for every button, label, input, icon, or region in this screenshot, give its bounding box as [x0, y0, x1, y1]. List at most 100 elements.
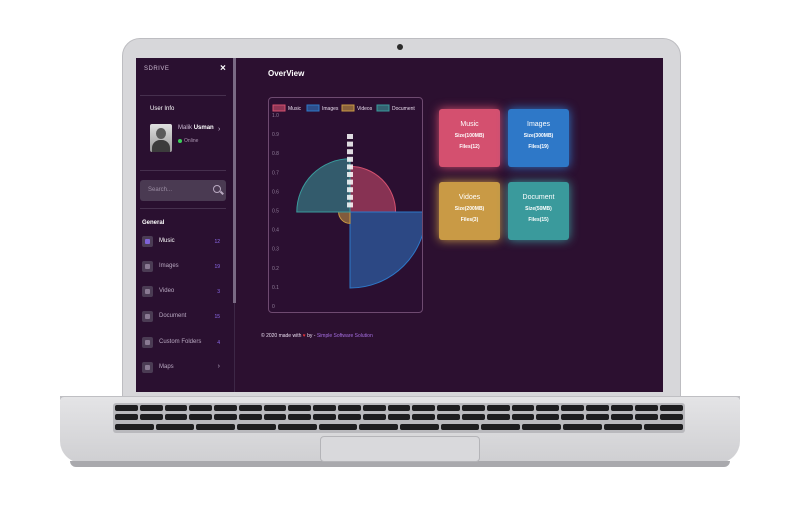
keyboard-key: [412, 405, 436, 411]
tick-label: 0.2: [272, 266, 279, 272]
tick-label: 0.6: [272, 189, 279, 195]
sidebar-item-count: 12: [214, 239, 220, 245]
legend-label: Images: [322, 106, 339, 112]
tick-label: 0.1: [272, 285, 279, 291]
legend-swatch: [272, 104, 286, 112]
keyboard-key: [288, 414, 312, 421]
keyboard-key: [313, 414, 337, 421]
brand-title: SDRIVE: [144, 66, 170, 72]
keyboard-key: [610, 414, 634, 421]
chart-sector: [349, 165, 397, 213]
card-size: Size(300MB): [523, 133, 554, 139]
keyboard-key: [362, 405, 386, 411]
chart-sector: [349, 211, 422, 289]
keyboard-key: [660, 405, 683, 411]
card-size: Size(50MB): [525, 206, 552, 212]
keyboard-key: [511, 405, 535, 411]
tick-label: 0.7: [272, 170, 279, 176]
tick-label: 0.5: [272, 209, 279, 215]
app-screen: SDRIVE × User Info Malik Usman Online › …: [136, 58, 663, 392]
video-icon: [142, 286, 153, 297]
keyboard-key: [115, 423, 154, 430]
user-name[interactable]: Malik Usman: [178, 125, 214, 131]
keyboard-key: [263, 405, 287, 411]
keyboard-key: [189, 405, 213, 411]
radial-tick-box: [347, 172, 353, 177]
sidebar-item-label: Custom Folders: [159, 339, 202, 345]
card-files: Files(12): [459, 144, 480, 150]
sidebar-item-count: 4: [217, 340, 220, 346]
search-input[interactable]: Search...: [148, 187, 172, 193]
keyboard-key: [155, 423, 195, 430]
keyboard-key: [437, 405, 460, 411]
divider: [140, 95, 226, 96]
sidebar-item-document[interactable]: Document 15: [140, 309, 226, 325]
tick-label: 0.9: [272, 132, 279, 138]
sidebar-item-count: 3: [217, 289, 220, 295]
user-last-name: Usman: [193, 125, 214, 131]
legend-swatch: [376, 104, 390, 112]
sidebar-item-label: Images: [159, 263, 179, 269]
sidebar-item-images[interactable]: Images 19: [140, 259, 226, 275]
keyboard-key: [440, 423, 480, 430]
keyboard-key: [237, 423, 276, 430]
card-size: Size(200MB): [454, 206, 485, 212]
sidebar-item-label: Video: [159, 288, 175, 294]
user-info-title: User Info: [150, 106, 175, 112]
legend-label: Videos: [357, 106, 373, 112]
radial-tick-box: [347, 164, 353, 170]
radial-tick-box: [347, 194, 353, 200]
divider: [140, 170, 226, 171]
sidebar-scrollbar[interactable]: [233, 58, 236, 303]
tick-label: 0.4: [272, 228, 279, 234]
card-images[interactable]: Images Size(300MB) Files(19): [508, 109, 569, 167]
search-box[interactable]: Search...: [140, 180, 226, 201]
image-icon: [142, 261, 153, 272]
footer: © 2020 made with ♥ by - Simple Software …: [261, 333, 373, 339]
webcam-icon: [397, 44, 403, 50]
user-first-name: Malik: [178, 125, 193, 131]
card-music[interactable]: Music Size(100MB) Files(12): [439, 109, 500, 167]
radial-tick-box: [347, 187, 353, 193]
avatar[interactable]: [150, 124, 172, 152]
sidebar-item-video[interactable]: Video 3: [140, 284, 226, 300]
keyboard-key: [196, 423, 236, 430]
keyboard-key: [139, 405, 163, 411]
card-videos[interactable]: Vidoes Size(200MB) Files(3): [439, 182, 500, 240]
chevron-right-icon[interactable]: ›: [218, 363, 220, 370]
sidebar-item-maps[interactable]: Maps ›: [140, 360, 226, 376]
radial-tick-box: [347, 141, 353, 147]
card-files: Files(19): [528, 144, 549, 150]
keyboard-key: [660, 414, 683, 421]
card-title: Vidoes: [458, 194, 481, 201]
sidebar-item-label: Music: [159, 238, 175, 244]
keyboard-key: [486, 414, 510, 421]
sidebar-item-music[interactable]: Music 12: [140, 234, 226, 250]
footer-by: by -: [307, 333, 316, 339]
search-icon[interactable]: [213, 185, 221, 193]
keyboard-key: [238, 405, 262, 411]
keyboard-key: [139, 414, 163, 421]
keyboard-key: [362, 414, 386, 421]
radial-tick-box: [347, 134, 353, 139]
card-files: Files(3): [460, 217, 479, 223]
card-document[interactable]: Document Size(50MB) Files(15): [508, 182, 569, 240]
card-title: Document: [522, 194, 555, 201]
map-icon: [142, 362, 153, 373]
chevron-right-icon[interactable]: ›: [218, 126, 220, 133]
close-icon[interactable]: ×: [220, 63, 226, 74]
keyboard-key: [522, 423, 561, 430]
keyboard-key: [214, 405, 237, 411]
keyboard-key: [277, 423, 317, 430]
online-status-dot: [178, 139, 182, 143]
footer-brand-link[interactable]: Simple Software Solution: [317, 333, 373, 339]
radial-tick-box: [347, 202, 353, 208]
keyboard-key: [561, 405, 584, 411]
sidebar-item-custom-folders[interactable]: Custom Folders 4: [140, 335, 226, 351]
keyboard-key: [536, 405, 560, 411]
sidebar: SDRIVE × User Info Malik Usman Online › …: [136, 58, 235, 392]
keyboard-key: [437, 414, 460, 421]
radial-tick-box: [347, 179, 353, 185]
keyboard-key: [536, 414, 560, 421]
card-title: Images: [527, 121, 550, 128]
